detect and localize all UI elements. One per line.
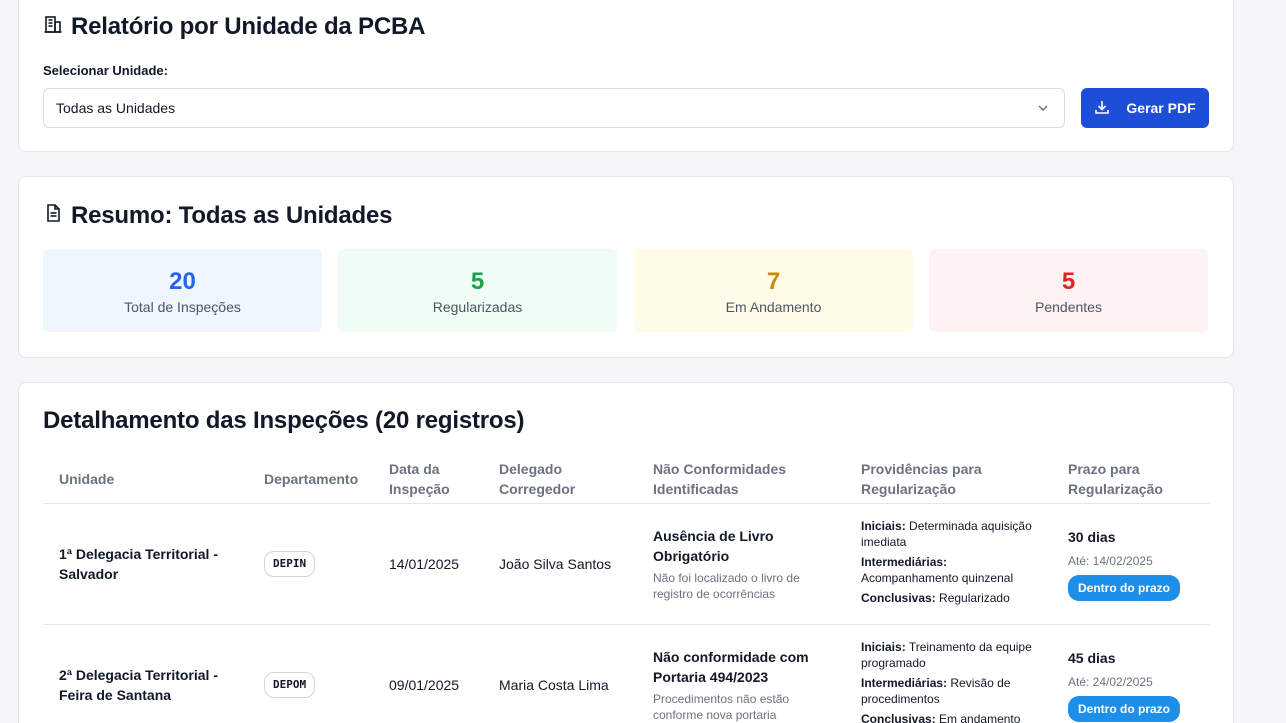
nonconformity-description: Não foi localizado o livro de registro d… [653, 571, 800, 601]
table-header-row: Unidade Departamento Data da Inspeção De… [43, 455, 1210, 504]
cell-measures: Iniciais: Treinamento da equipe programa… [845, 624, 1052, 723]
deadline-date: Até: 14/02/2025 [1068, 554, 1153, 568]
document-icon [43, 202, 63, 230]
unit-select[interactable]: Todas as Unidades [43, 88, 1065, 128]
generate-pdf-label: Gerar PDF [1126, 100, 1196, 116]
summary-card: Resumo: Todas as Unidades 20 Total de In… [18, 176, 1234, 358]
column-header-delegate: Delegado Corregedor [483, 455, 637, 504]
cell-department: DEPIN [248, 503, 373, 625]
cell-measures: Iniciais: Determinada aquisição imediata… [845, 503, 1052, 625]
stat-label: Total de Inspeções [124, 299, 241, 315]
measure-initial: Iniciais: Treinamento da equipe programa… [861, 640, 1032, 670]
stat-total-inspections: 20 Total de Inspeções [43, 249, 322, 332]
stat-value: 5 [470, 268, 485, 295]
department-badge: DEPIN [264, 551, 316, 577]
column-header-department: Departamento [248, 455, 373, 504]
unit-select-value: Todas as Unidades [56, 100, 176, 116]
cell-department: DEPOM [248, 624, 373, 723]
nonconformity-description: Procedimentos não estão conforme nova po… [653, 692, 790, 722]
column-header-date: Data da Inspeção [373, 455, 483, 504]
table-row: 2ª Delegacia Territorial - Feira de Sant… [43, 624, 1210, 723]
cell-nonconformities: Ausência de Livro Obrigatório Não foi lo… [637, 503, 845, 625]
column-header-deadline: Prazo para Regularização [1052, 455, 1210, 504]
deadline-status-badge: Dentro do prazo [1068, 575, 1180, 601]
cell-nonconformities: Não conformidade com Portaria 494/2023 P… [637, 624, 845, 723]
stat-value: 7 [766, 268, 781, 295]
deadline-status-badge: Dentro do prazo [1068, 696, 1180, 722]
stat-label: Regularizadas [432, 299, 523, 315]
cell-delegate: João Silva Santos [483, 503, 637, 625]
generate-pdf-button[interactable]: Gerar PDF [1081, 88, 1209, 128]
deadline-days: 30 dias [1068, 529, 1116, 545]
download-icon [1094, 99, 1110, 118]
measure-initial: Iniciais: Determinada aquisição imediata [861, 519, 1032, 549]
stat-label: Pendentes [1035, 299, 1102, 315]
report-card: Relatório por Unidade da PCBA Selecionar… [18, 0, 1234, 152]
cell-date: 09/01/2025 [373, 624, 483, 723]
measure-intermediate: Intermediárias: Acompanhamento quinzenal [861, 555, 1014, 585]
cell-unit: 1ª Delegacia Territorial - Salvador [43, 503, 248, 625]
inspections-table: Unidade Departamento Data da Inspeção De… [43, 455, 1210, 723]
cell-deadline: 30 dias Até: 14/02/2025 Dentro do prazo [1052, 503, 1210, 625]
stat-pending: 5 Pendentes [929, 249, 1208, 332]
column-header-unit: Unidade [43, 455, 248, 504]
deadline-days: 45 dias [1068, 650, 1116, 666]
column-header-nonconformities: Não Conformidades Identificadas [637, 455, 845, 504]
summary-title-text: Resumo: Todas as Unidades [71, 202, 393, 229]
stat-value: 5 [1061, 268, 1076, 295]
summary-title: Resumo: Todas as Unidades [43, 202, 393, 230]
measure-final: Conclusivas: Regularizado [861, 591, 1010, 605]
cell-date: 14/01/2025 [373, 503, 483, 625]
details-card: Detalhamento das Inspeções (20 registros… [18, 382, 1234, 723]
report-title-text: Relatório por Unidade da PCBA [71, 13, 426, 40]
table-row: 1ª Delegacia Territorial - Salvador DEPI… [43, 503, 1210, 625]
nonconformity-title: Não conformidade com Portaria 494/2023 [653, 649, 809, 685]
column-header-measures: Providências para Regularização [845, 455, 1052, 504]
deadline-date: Até: 24/02/2025 [1068, 675, 1153, 689]
building-icon [43, 13, 63, 41]
stat-label: Em Andamento [725, 299, 822, 315]
details-title: Detalhamento das Inspeções (20 registros… [43, 407, 525, 434]
cell-unit: 2ª Delegacia Territorial - Feira de Sant… [43, 624, 248, 723]
stat-regularized: 5 Regularizadas [338, 249, 617, 332]
cell-delegate: Maria Costa Lima [483, 624, 637, 723]
measure-intermediate: Intermediárias: Revisão de procedimentos [861, 676, 1011, 706]
stat-value: 20 [169, 268, 196, 295]
cell-deadline: 45 dias Até: 24/02/2025 Dentro do prazo [1052, 624, 1210, 723]
department-badge: DEPOM [264, 672, 316, 698]
report-title: Relatório por Unidade da PCBA [43, 13, 425, 41]
chevron-down-icon [1036, 101, 1050, 115]
nonconformity-title: Ausência de Livro Obrigatório [653, 528, 774, 564]
stat-in-progress: 7 Em Andamento [634, 249, 913, 332]
measure-final: Conclusivas: Em andamento [861, 712, 1021, 723]
select-unit-label: Selecionar Unidade: [43, 63, 168, 78]
